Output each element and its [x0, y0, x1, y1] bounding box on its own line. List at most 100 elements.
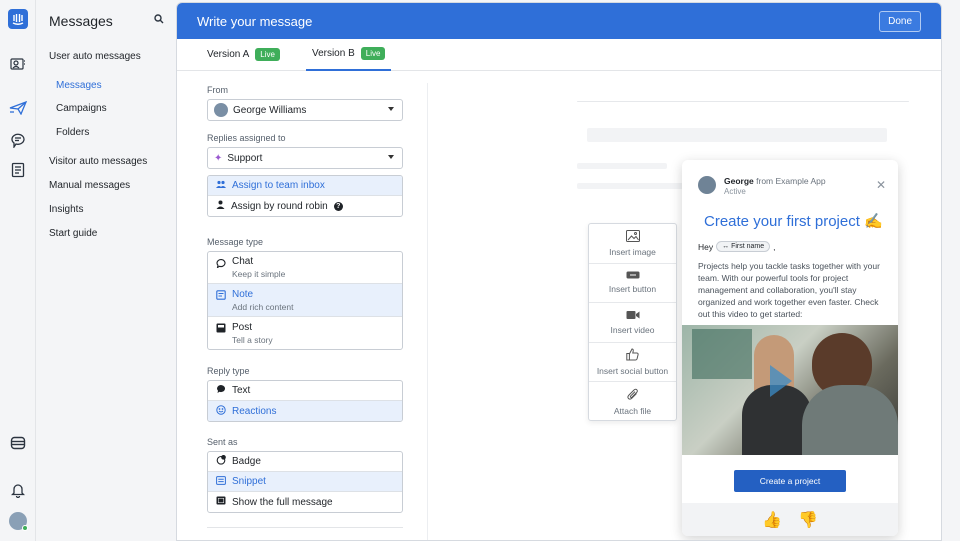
- insert-label: Insert button: [608, 284, 657, 295]
- insert-social-button-item[interactable]: Insert social button: [589, 343, 676, 382]
- thumbs-down-reaction[interactable]: 👎: [798, 510, 818, 530]
- message-type-options: Chat Keep it simple Note Add rich conten…: [207, 251, 403, 350]
- video-thumbnail-image[interactable]: [682, 325, 898, 455]
- thumbs-up-reaction[interactable]: 👍: [762, 510, 782, 530]
- assign-team-inbox-option[interactable]: Assign to team inbox: [208, 176, 402, 196]
- tab-label: Version B: [311, 48, 355, 59]
- sent-as-snippet[interactable]: Snippet: [208, 472, 402, 492]
- insert-button-item[interactable]: Insert button: [589, 264, 676, 303]
- sent-as-options: Badge Snippet Show the full message: [207, 451, 403, 513]
- messages-nav: Messages User auto messages Messages Cam…: [36, 0, 176, 541]
- message-type-chat[interactable]: Chat Keep it simple: [208, 252, 402, 284]
- sender-avatar: [698, 176, 716, 194]
- option-title: Post: [232, 321, 253, 333]
- replies-select[interactable]: ✦ Support: [207, 147, 403, 169]
- message-type-label: Message type: [207, 237, 264, 247]
- person-icon: [216, 200, 225, 212]
- reactions-bar: 👍 👎: [682, 503, 898, 536]
- live-badge: Live: [360, 47, 386, 60]
- card-header: George from Example App Active: [698, 176, 826, 196]
- preview-ghost-line: [577, 101, 909, 102]
- nav-start-guide[interactable]: Start guide: [49, 228, 97, 239]
- outbound-paper-plane-icon[interactable]: [8, 98, 28, 118]
- articles-icon[interactable]: [8, 160, 28, 180]
- option-desc: Keep it simple: [232, 269, 286, 279]
- notifications-bell-icon[interactable]: [8, 480, 28, 500]
- greeting-comma: ,: [773, 241, 776, 252]
- sender-status: Active: [724, 187, 746, 196]
- insert-label: Attach file: [613, 405, 652, 416]
- insert-label: Insert image: [609, 246, 656, 257]
- nav-manual-messages[interactable]: Manual messages: [49, 180, 130, 191]
- preview-body[interactable]: Projects help you tackle tasks together …: [698, 260, 884, 320]
- create-project-button[interactable]: Create a project: [734, 470, 846, 492]
- thumbs-up-icon: [626, 348, 639, 363]
- insert-image-item[interactable]: Insert image: [589, 224, 676, 264]
- post-icon: [216, 323, 226, 336]
- nav-insights[interactable]: Insights: [49, 204, 83, 215]
- badge-icon: [216, 454, 226, 468]
- image-icon: [625, 229, 640, 244]
- assign-round-robin-option[interactable]: Assign by round robin ?: [208, 196, 402, 216]
- close-icon[interactable]: ✕: [876, 178, 886, 192]
- preview-title[interactable]: Create your first project ✍️: [704, 212, 883, 230]
- speech-bubble-icon: [216, 384, 226, 397]
- option-desc: Add rich content: [232, 301, 294, 312]
- option-label: Badge: [232, 456, 261, 467]
- option-desc: Tell a story: [232, 334, 273, 345]
- reply-type-reactions[interactable]: Reactions: [208, 401, 402, 421]
- first-name-attribute-chip[interactable]: ↔ First name: [716, 241, 771, 252]
- contacts-icon[interactable]: [8, 54, 28, 74]
- sparkle-icon: ✦: [214, 152, 223, 164]
- message-type-post[interactable]: Post Tell a story: [208, 317, 402, 349]
- live-badge: Live: [255, 48, 280, 61]
- nav-messages[interactable]: Messages: [56, 80, 102, 91]
- sender-name: George: [724, 176, 754, 186]
- sent-as-label: Sent as: [207, 437, 238, 447]
- section-divider: [207, 527, 403, 528]
- option-label: Assign to team inbox: [232, 180, 325, 191]
- smiley-icon: [216, 404, 226, 418]
- play-icon: [770, 365, 792, 397]
- nav-folders[interactable]: Folders: [56, 127, 89, 138]
- panel-header: Write your message Done: [177, 3, 941, 39]
- apps-icon[interactable]: [8, 433, 28, 453]
- user-avatar[interactable]: [8, 511, 28, 531]
- team-icon: [216, 180, 226, 191]
- replies-label: Replies assigned to: [207, 133, 286, 143]
- from-value: George Williams: [233, 104, 307, 116]
- insert-video-item[interactable]: Insert video: [589, 303, 676, 343]
- snippet-icon: [216, 475, 226, 488]
- sent-as-full-message[interactable]: Show the full message: [208, 492, 402, 512]
- panel-title: Write your message: [197, 13, 313, 29]
- reply-type-text[interactable]: Text: [208, 381, 402, 401]
- chevron-down-icon: [388, 155, 394, 159]
- done-button[interactable]: Done: [879, 10, 921, 32]
- full-message-icon: [216, 496, 226, 508]
- tab-version-b[interactable]: Version B Live: [305, 39, 392, 71]
- preview-ghost-text: [577, 183, 687, 189]
- nav-visitor-auto-messages[interactable]: Visitor auto messages: [49, 156, 147, 167]
- option-title: Chat: [232, 256, 254, 267]
- chevron-down-icon: [388, 107, 394, 111]
- attach-file-item[interactable]: Attach file: [589, 382, 676, 422]
- replies-value: Support: [227, 152, 263, 164]
- version-tabs: Version A Live Version B Live: [177, 39, 941, 71]
- tab-version-a[interactable]: Version A Live: [201, 39, 286, 71]
- nav-campaigns[interactable]: Campaigns: [56, 103, 107, 114]
- video-camera-icon: [626, 310, 640, 322]
- conversations-icon[interactable]: [8, 130, 28, 150]
- sent-as-badge[interactable]: Badge: [208, 452, 402, 472]
- nav-user-auto-messages[interactable]: User auto messages: [49, 51, 141, 62]
- greeting-line[interactable]: Hey ↔ First name ,: [698, 241, 776, 252]
- tab-label: Version A: [207, 49, 250, 60]
- from-select[interactable]: George Williams: [207, 99, 403, 121]
- message-preview-card: George from Example App Active ✕ Create …: [682, 160, 898, 536]
- search-icon[interactable]: [154, 14, 168, 28]
- message-type-note[interactable]: Note Add rich content: [208, 284, 402, 317]
- help-icon[interactable]: ?: [333, 201, 343, 211]
- option-label: Reactions: [232, 405, 277, 417]
- intercom-logo-icon[interactable]: [8, 9, 28, 29]
- from-label: From: [207, 85, 228, 95]
- button-icon: [626, 271, 640, 281]
